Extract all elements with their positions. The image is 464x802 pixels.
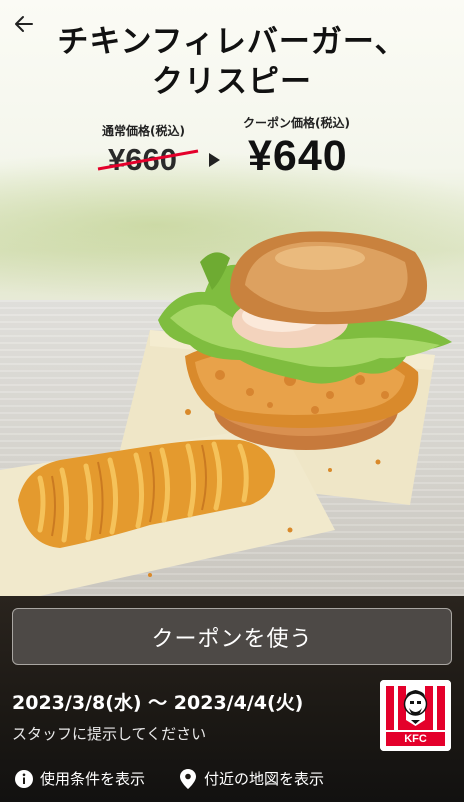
- terms-link[interactable]: 使用条件を表示: [14, 768, 145, 789]
- price-comparison: 通常価格(税込) ¥660 クーポン価格(税込) ¥640: [0, 112, 464, 192]
- product-title: チキンフィレバーガー、 クリスピー: [0, 22, 464, 102]
- nearby-map-link[interactable]: 付近の地図を表示: [178, 768, 324, 789]
- coupon-footer: クーポンを使う 2023/3/8(水) 〜 2023/4/4(火) スタッフに提…: [0, 596, 464, 802]
- coupon-price-label: クーポン価格(税込): [243, 116, 350, 130]
- staff-instruction: スタッフに提示してください: [12, 725, 207, 743]
- nearby-map-link-label: 付近の地図を表示: [204, 770, 325, 788]
- info-icon: [14, 769, 34, 789]
- price-arrow-icon: [209, 153, 220, 167]
- terms-link-label: 使用条件を表示: [40, 770, 146, 788]
- kfc-logo-text: KFC: [404, 733, 427, 745]
- validity-period: 2023/3/8(水) 〜 2023/4/4(火): [12, 692, 304, 714]
- kfc-logo: KFC: [380, 680, 451, 751]
- use-coupon-button[interactable]: クーポンを使う: [12, 608, 452, 665]
- footer-links: 使用条件を表示 付近の地図を表示: [0, 762, 464, 798]
- product-title-line1: チキンフィレバーガー、: [57, 24, 407, 59]
- coupon-price: ¥640: [248, 132, 348, 180]
- strikethrough-line: [97, 149, 199, 171]
- coupon-hero-image: チキンフィレバーガー、 クリスピー 通常価格(税込) ¥660 クーポン価格(税…: [0, 0, 464, 596]
- regular-price-label: 通常価格(税込): [102, 124, 185, 138]
- product-title-line2: クリスピー: [152, 64, 312, 99]
- map-pin-icon: [178, 768, 198, 789]
- use-coupon-button-label: クーポンを使う: [151, 626, 313, 652]
